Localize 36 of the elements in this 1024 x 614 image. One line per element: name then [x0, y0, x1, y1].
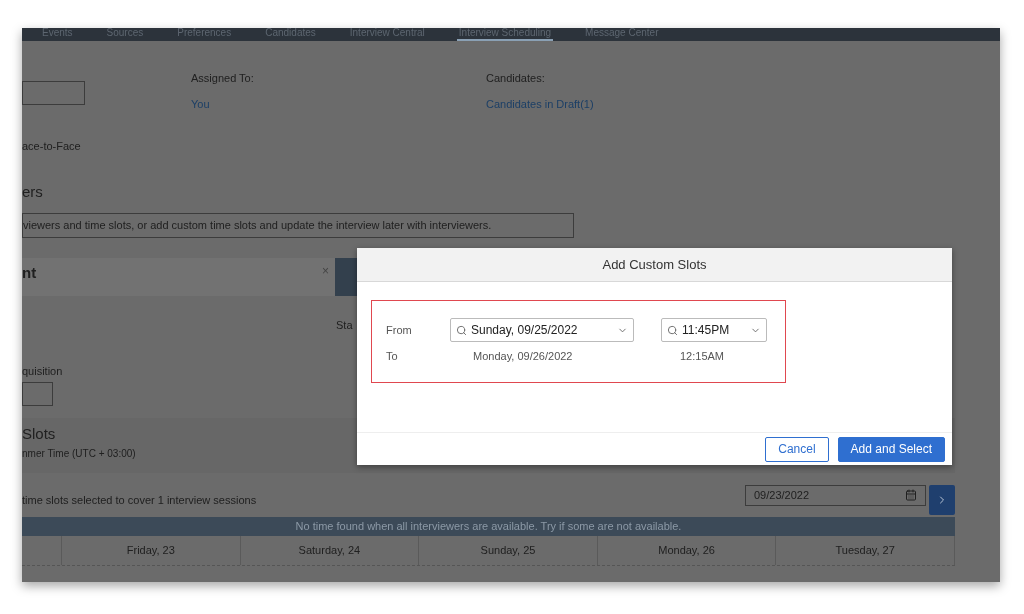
field-label: From: [386, 322, 413, 338]
summary-text: time slots selected to cover 1 interview sessions: [22, 492, 258, 508]
section-title: ers: [22, 181, 44, 202]
requisition-label: quisition: [22, 363, 64, 379]
assigned-value: You: [191, 96, 211, 112]
date-select[interactable]: Sunday, 09/25/2022: [450, 318, 634, 342]
panel-title: nt: [22, 263, 37, 283]
timezone-label: nmer Time (UTC + 03:00): [22, 446, 136, 461]
interview-type: ace-to-Face: [22, 139, 82, 154]
day-column-header: Saturday, 24: [240, 536, 420, 565]
time-select[interactable]: 11:45PM: [661, 318, 767, 342]
day-column-header: Monday, 26: [597, 536, 777, 565]
field-label: To: [386, 349, 399, 364]
day-column-header: Sunday, 25: [419, 536, 598, 565]
day-column-header: Tuesday, 27: [776, 536, 955, 565]
to-date: Monday, 09/26/2022: [473, 349, 574, 364]
dialog-title: Add Custom Slots: [602, 255, 707, 274]
info-banner: No time found when all interviewers are available. Try if some are not available.: [22, 517, 955, 536]
field-label: Assigned To:: [191, 71, 255, 86]
input-field[interactable]: [22, 81, 85, 105]
add-and-select-button[interactable]: Add and Select: [837, 436, 945, 462]
search-icon: [456, 324, 467, 336]
search-icon: [667, 324, 678, 336]
info-note: viewers and time slots, or add custom time slots and update the interview later with interviewers.: [22, 213, 574, 238]
cancel-button[interactable]: Cancel: [765, 436, 829, 462]
input-field[interactable]: [22, 382, 53, 406]
day-column-header: Friday, 23: [62, 536, 241, 565]
close-button[interactable]: ×: [322, 262, 329, 280]
to-time: 12:15AM: [680, 349, 725, 364]
next-button[interactable]: [929, 485, 955, 515]
calendar-icon: [905, 489, 917, 501]
date-field[interactable]: 09/23/2022: [745, 484, 926, 506]
candidates-link[interactable]: Candidates in Draft(1): [486, 95, 594, 112]
field-label: Candidates:: [486, 71, 546, 86]
slots-title: Slots: [22, 424, 57, 444]
start-label: Sta: [336, 318, 353, 333]
